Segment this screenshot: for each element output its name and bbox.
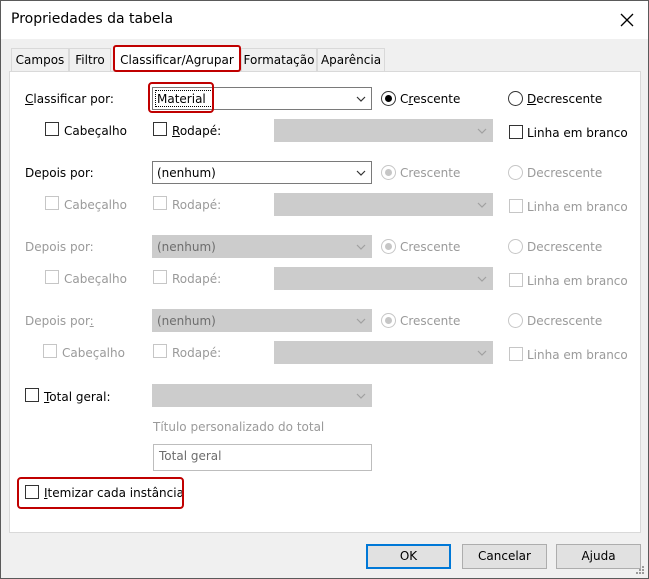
sort3-footer-checkbox[interactable]	[153, 270, 167, 284]
tab-label: Campos	[15, 53, 65, 67]
sort2-blank-line-checkbox[interactable]	[509, 199, 523, 213]
sort1-footer-select[interactable]	[274, 119, 493, 142]
sort4-descending-radio[interactable]	[508, 313, 523, 328]
sort-by-select[interactable]: Material	[152, 87, 372, 110]
sort2-descending-radio[interactable]	[508, 165, 523, 180]
sort3-blank-line-label: Linha em branco	[527, 274, 628, 288]
sort3-footer-label: Rodapé:	[172, 272, 222, 286]
custom-total-title-input[interactable]: Total geral	[153, 444, 372, 471]
sort1-footer-checkbox[interactable]	[153, 122, 167, 136]
tab-campos[interactable]: Campos	[11, 48, 69, 71]
chevron-down-icon	[477, 276, 487, 282]
close-button[interactable]	[612, 5, 642, 35]
sort4-footer-checkbox[interactable]	[153, 344, 167, 358]
tab-aparencia[interactable]: Aparência	[317, 48, 385, 71]
radio-selected-dot	[385, 95, 392, 102]
sort3-ascending-label: Crescente	[400, 240, 461, 254]
sort2-footer-label: Rodapé:	[172, 198, 222, 212]
grand-total-label: Total geral:	[44, 390, 111, 404]
sort1-header-label: Cabeçalho	[64, 124, 127, 138]
tab-label: Classificar/Agrupar	[120, 53, 234, 67]
tab-filtro[interactable]: Filtro	[69, 48, 111, 71]
sort3-footer-select[interactable]	[274, 267, 493, 290]
sort-by-value: Material	[157, 92, 206, 106]
sort3-header-label: Cabeçalho	[64, 272, 127, 286]
then-by-value-1: (nenhum)	[157, 166, 216, 180]
sort4-footer-label: Rodapé:	[172, 346, 222, 360]
chevron-down-icon	[356, 244, 366, 250]
sort4-ascending-radio[interactable]	[381, 313, 396, 328]
sort3-header-checkbox[interactable]	[45, 270, 59, 284]
custom-total-title-caption: Título personalizado do total	[153, 420, 325, 434]
grand-total-checkbox[interactable]	[25, 388, 39, 402]
then-by-select-3[interactable]: (nenhum)	[152, 309, 372, 332]
then-by-value-2: (nenhum)	[157, 240, 216, 254]
sort4-footer-select[interactable]	[274, 341, 493, 364]
cancel-button[interactable]: Cancelar	[462, 544, 547, 569]
sort1-descending-radio[interactable]	[508, 91, 523, 106]
dialog-title: Propriedades da tabela	[11, 11, 174, 27]
sort-by-label: Classificar por:	[25, 92, 114, 106]
sort2-header-checkbox[interactable]	[45, 196, 59, 210]
resize-grip-icon[interactable]	[635, 565, 645, 575]
sort2-header-label: Cabeçalho	[64, 198, 127, 212]
tab-label: Aparência	[320, 53, 382, 67]
then-by-value-3: (nenhum)	[157, 314, 216, 328]
sort1-ascending-radio[interactable]	[381, 91, 396, 106]
tab-label: Filtro	[75, 53, 105, 67]
chevron-down-icon	[356, 170, 366, 176]
radio-selected-dot	[385, 169, 392, 176]
sort4-descending-label: Decrescente	[527, 314, 603, 328]
sort4-blank-line-checkbox[interactable]	[509, 347, 523, 361]
chevron-down-icon	[477, 202, 487, 208]
sort2-footer-checkbox[interactable]	[153, 196, 167, 210]
chevron-down-icon	[477, 350, 487, 356]
sort1-blank-line-checkbox[interactable]	[509, 125, 523, 139]
chevron-down-icon	[477, 128, 487, 134]
chevron-down-icon	[356, 96, 366, 102]
sort4-header-label: Cabeçalho	[62, 346, 125, 360]
help-button[interactable]: Ajuda	[556, 544, 641, 569]
sort1-footer-label: Rodapé:	[172, 124, 222, 138]
sort1-descending-label: Decrescente	[527, 92, 603, 106]
radio-selected-dot	[385, 317, 392, 324]
sort4-ascending-label: Crescente	[400, 314, 461, 328]
table-properties-dialog: Propriedades da tabela Campos Filtro Cla…	[0, 0, 649, 579]
close-icon	[620, 13, 634, 27]
then-by-label-3: Depois por:	[25, 314, 94, 328]
tab-formatacao[interactable]: Formatação	[241, 48, 317, 71]
sort1-ascending-label: Crescente	[400, 92, 461, 106]
tab-label: Formatação	[243, 53, 315, 67]
tab-classificar-agrupar[interactable]: Classificar/Agrupar	[113, 45, 241, 72]
chevron-down-icon	[356, 393, 366, 399]
sort1-header-checkbox[interactable]	[45, 122, 59, 136]
sort2-footer-select[interactable]	[274, 193, 493, 216]
sort3-descending-label: Decrescente	[527, 240, 603, 254]
sort2-descending-label: Decrescente	[527, 166, 603, 180]
sort3-blank-line-checkbox[interactable]	[509, 273, 523, 287]
then-by-label-2: Depois por:	[25, 240, 94, 254]
itemize-label: Itemizar cada instância	[44, 486, 184, 500]
sort3-descending-radio[interactable]	[508, 239, 523, 254]
sort4-blank-line-label: Linha em branco	[527, 348, 628, 362]
sort4-header-checkbox[interactable]	[43, 344, 57, 358]
sort2-blank-line-label: Linha em branco	[527, 200, 628, 214]
then-by-label-1: Depois por:	[25, 166, 94, 180]
sort3-ascending-radio[interactable]	[381, 239, 396, 254]
sort2-ascending-label: Crescente	[400, 166, 461, 180]
itemize-checkbox[interactable]	[25, 485, 39, 499]
sort2-ascending-radio[interactable]	[381, 165, 396, 180]
chevron-down-icon	[356, 318, 366, 324]
then-by-select-1[interactable]: (nenhum)	[152, 161, 372, 184]
ok-button[interactable]: OK	[366, 544, 451, 569]
then-by-select-2[interactable]: (nenhum)	[152, 235, 372, 258]
sort1-blank-line-label: Linha em branco	[527, 126, 628, 140]
custom-total-title-value: Total geral	[159, 449, 222, 463]
grand-total-select[interactable]	[152, 384, 372, 407]
title-bar: Propriedades da tabela	[1, 1, 648, 39]
radio-selected-dot	[385, 243, 392, 250]
